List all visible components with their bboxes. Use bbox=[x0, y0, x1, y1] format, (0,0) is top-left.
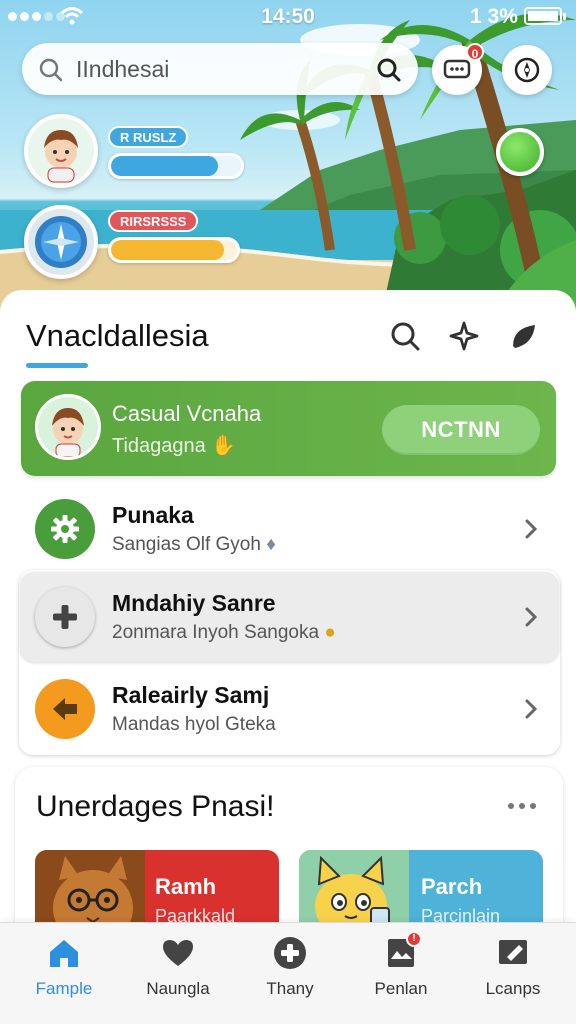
profile-two-progress bbox=[108, 237, 240, 263]
arrow-left-icon bbox=[53, 698, 77, 720]
nav-item-label: Penlan bbox=[374, 979, 428, 998]
gear-icon bbox=[51, 515, 79, 543]
heart-icon bbox=[163, 940, 193, 966]
nav-item-label: Lcanps bbox=[485, 979, 541, 998]
list-item-subtitle: Mandas hyol Gteka bbox=[112, 714, 276, 735]
character-avatar-icon bbox=[44, 130, 78, 183]
section-favorite-button[interactable] bbox=[446, 318, 482, 354]
sparkle-icon bbox=[449, 321, 479, 351]
wave-hand-icon: ✋ bbox=[211, 435, 237, 457]
list-item-subtitle: Sangias Olf Gyoh ♦ bbox=[112, 534, 276, 556]
search-submit-icon[interactable] bbox=[376, 57, 402, 83]
search-icon bbox=[391, 322, 420, 351]
promo-card-title: Ramh bbox=[155, 874, 217, 899]
nav-item-add[interactable]: Thany bbox=[235, 935, 345, 1015]
list-item[interactable]: Punaka Sangias Olf Gyoh ♦ bbox=[20, 484, 559, 574]
bell-icon: ● bbox=[324, 622, 336, 643]
home-icon bbox=[50, 940, 78, 967]
featured-avatar bbox=[35, 394, 101, 460]
online-status-dot bbox=[496, 128, 544, 176]
character-avatar-icon bbox=[52, 408, 84, 457]
chat-bubble-icon bbox=[443, 59, 471, 79]
compass-badge-icon bbox=[35, 216, 87, 268]
nav-item-label: Naungla bbox=[146, 979, 210, 998]
leaf-icon bbox=[513, 325, 535, 348]
list-item[interactable]: Raleairly Samj Mandas hyol Gteka bbox=[20, 664, 559, 754]
chevron-right-icon bbox=[525, 519, 538, 539]
nav-item-home[interactable]: Fample bbox=[9, 935, 119, 1015]
profile-avatar-two[interactable] bbox=[24, 205, 98, 279]
section-search-button[interactable] bbox=[387, 318, 423, 354]
messages-button[interactable]: 0 bbox=[432, 43, 484, 95]
more-options-icon[interactable] bbox=[508, 803, 536, 809]
list-item-subtitle-text: Sangias Olf Gyoh bbox=[112, 534, 261, 555]
nav-item-favorites[interactable]: Naungla bbox=[123, 935, 233, 1015]
hero-banner: 14:50 1 3% 0 bbox=[0, 0, 576, 320]
profile-avatar-one[interactable] bbox=[24, 114, 98, 188]
messages-badge: 0 bbox=[466, 43, 484, 61]
list-item-icon-circle bbox=[35, 679, 95, 739]
list-item-subtitle: 2onmara Inyoh Sangoka ● bbox=[112, 622, 336, 644]
list-item-title: Raleairly Samj bbox=[112, 682, 270, 708]
profile-one-progress bbox=[108, 153, 244, 179]
nav-item-gallery[interactable]: Lcanps bbox=[458, 935, 568, 1015]
status-bar: 14:50 1 3% bbox=[0, 0, 576, 34]
nav-item-label: Fample bbox=[35, 979, 93, 998]
featured-subtitle-text: Tidagagna bbox=[112, 435, 206, 457]
list-item-icon-circle bbox=[35, 499, 95, 559]
featured-name: Casual Vcnaha bbox=[112, 401, 262, 426]
profile-two-progress-fill bbox=[111, 240, 225, 260]
list-item[interactable]: Mndahiy Sanre 2onmara Inyoh Sangoka ● bbox=[20, 572, 559, 662]
nav-notification-badge: ! bbox=[406, 931, 422, 947]
nav-item-label: Thany bbox=[266, 979, 314, 998]
section-theme-button[interactable] bbox=[505, 318, 541, 354]
upcoming-title: Unerdages Pnasi! bbox=[36, 790, 275, 823]
featured-contact-card[interactable]: Casual Vcnaha Tidagagna ✋ NCTNN bbox=[21, 381, 556, 476]
list-item-icon-circle bbox=[35, 587, 95, 647]
search-icon bbox=[39, 58, 63, 82]
battery-percent: 1 3% bbox=[470, 5, 518, 28]
plus-circle-icon bbox=[274, 937, 306, 969]
list-item-subtitle-text: 2onmara Inyoh Sangoka bbox=[112, 622, 320, 643]
list-item-title: Mndahiy Sanre bbox=[112, 590, 276, 616]
plus-icon bbox=[53, 605, 77, 629]
search-bar[interactable] bbox=[22, 43, 418, 95]
puzzle-icon: ♦ bbox=[266, 534, 276, 555]
profile-two-label: RIRSRSSS bbox=[108, 210, 199, 232]
section-title-underline bbox=[26, 363, 88, 368]
profile-one-label: R RUSLZ bbox=[108, 126, 189, 148]
compass-button[interactable] bbox=[502, 45, 552, 95]
nav-item-inbox[interactable]: ! Penlan bbox=[346, 931, 456, 1015]
battery-icon bbox=[524, 7, 566, 25]
featured-subtitle: Tidagagna ✋ bbox=[112, 433, 236, 458]
search-input[interactable] bbox=[76, 53, 366, 85]
compass-icon bbox=[514, 57, 540, 83]
featured-action-button[interactable]: NCTNN bbox=[382, 405, 540, 455]
promo-card-title: Parch bbox=[421, 874, 483, 899]
chevron-right-icon bbox=[525, 699, 538, 719]
chevron-right-icon bbox=[525, 607, 538, 627]
image-edit-icon bbox=[499, 940, 527, 964]
profile-one-progress-fill bbox=[111, 156, 218, 176]
bottom-navigation: Fample Naungla Thany ! Penlan Lcanps bbox=[0, 922, 576, 1024]
section-title: Vnacldallesia bbox=[26, 318, 209, 353]
list-item-title: Punaka bbox=[112, 502, 194, 528]
